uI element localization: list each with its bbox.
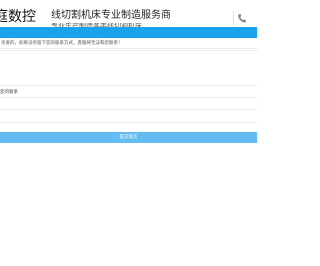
contact-notice: 亲爱的，如果没有留下您的联系方式，客服将无法和您联系！ bbox=[1, 41, 123, 46]
submit-button[interactable]: 提交留言 bbox=[0, 132, 257, 143]
phone-icon[interactable] bbox=[237, 13, 247, 24]
form-divider bbox=[0, 122, 257, 123]
contact-field-bottom-border bbox=[0, 97, 257, 98]
form-divider bbox=[0, 109, 257, 110]
nav-bar bbox=[0, 27, 257, 38]
site-header: 庭数控 线切割机床专业制造服务商 专业生产制造各类线切割机床 bbox=[0, 0, 257, 27]
form-divider bbox=[0, 48, 257, 49]
brand-logo-text[interactable]: 庭数控 bbox=[0, 9, 36, 25]
header-divider bbox=[233, 11, 234, 25]
header-tagline: 线切割机床专业制造服务商 bbox=[51, 10, 171, 21]
message-field-bottom-border bbox=[0, 85, 257, 86]
contact-field-label[interactable]: 您的联系 bbox=[0, 89, 18, 96]
form-divider bbox=[0, 50, 257, 51]
